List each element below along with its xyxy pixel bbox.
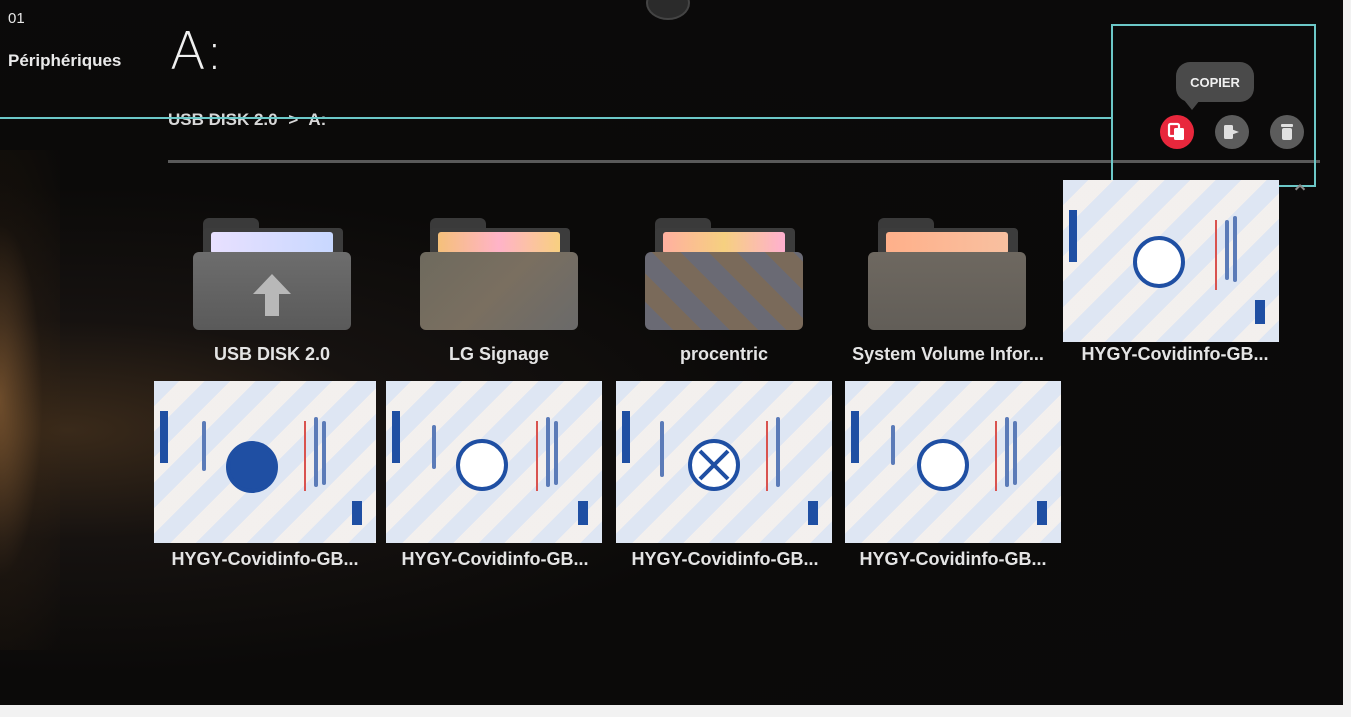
breadcrumb-current: A: — [308, 110, 327, 129]
item-label: HYGY-Covidinfo-GB... — [631, 549, 819, 569]
image-thumbnail — [154, 381, 376, 543]
item-label: USB DISK 2.0 — [213, 344, 331, 364]
folder-icon — [868, 218, 1026, 330]
breadcrumb: USB DISK 2.0 > A: — [168, 110, 332, 130]
copy-button[interactable] — [1160, 115, 1194, 149]
item-label: procentric — [679, 344, 769, 364]
breadcrumb-root[interactable]: USB DISK 2.0 — [168, 110, 278, 129]
item-label: HYGY-Covidinfo-GB... — [859, 549, 1047, 569]
scroll-up-icon[interactable]: ⌃ — [1290, 180, 1310, 209]
item-label: HYGY-Covidinfo-GB... — [401, 549, 589, 569]
image-thumbnail — [1063, 180, 1279, 342]
item-label: HYGY-Covidinfo-GB... — [1081, 344, 1269, 364]
up-arrow-icon — [253, 274, 291, 316]
image-thumbnail — [845, 381, 1061, 543]
copy-tooltip: COPIER — [1176, 62, 1254, 110]
cross-icon — [698, 449, 730, 481]
section-number: 01 — [8, 10, 25, 27]
highlight-pointer-line — [0, 117, 1112, 119]
item-label: LG Signage — [448, 344, 549, 364]
bezel-bottom — [0, 705, 1351, 717]
move-icon — [1224, 125, 1239, 139]
bezel-right — [1343, 0, 1351, 717]
parent-folder-icon — [193, 218, 351, 330]
section-title[interactable]: Périphériques — [8, 51, 121, 71]
move-button[interactable] — [1215, 115, 1249, 149]
copy-icon — [1167, 122, 1184, 140]
delete-button[interactable] — [1270, 115, 1304, 149]
folder-icon — [645, 218, 803, 330]
trash-icon — [1281, 124, 1293, 140]
breadcrumb-separator: > — [288, 110, 299, 129]
image-thumbnail — [616, 381, 832, 543]
drive-title: A: — [170, 22, 225, 82]
folder-icon — [420, 218, 578, 330]
item-label: System Volume Infor... — [852, 344, 1044, 364]
image-thumbnail — [386, 381, 602, 543]
highlight-box — [1111, 24, 1316, 187]
item-label: HYGY-Covidinfo-GB... — [171, 549, 359, 569]
screen-glare — [0, 150, 60, 650]
